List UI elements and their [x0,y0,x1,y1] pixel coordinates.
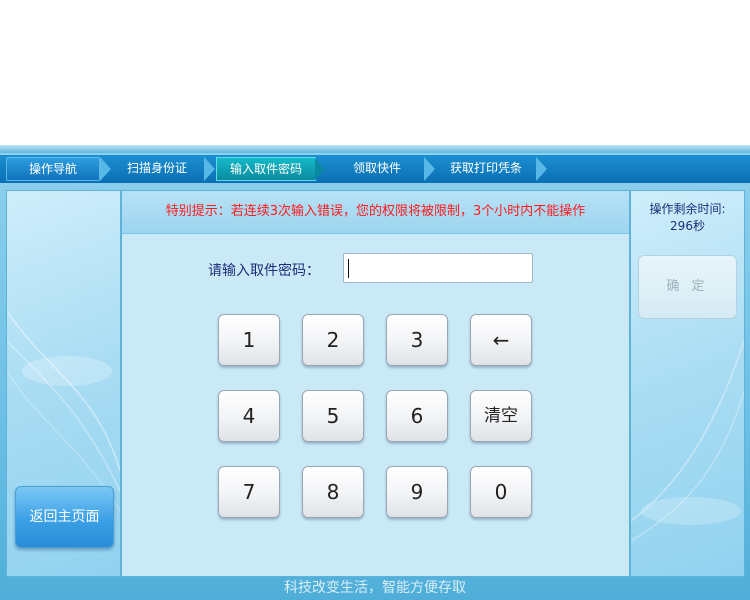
confirm-label: 确 定 [666,279,709,294]
warning-banner: 特别提示：若连续3次输入错误，您的权限将被限制，3个小时内不能操作 [122,191,629,234]
key-label: 9 [410,480,424,504]
password-input[interactable] [343,253,533,283]
nav-separator-icon [536,157,547,181]
step-navigation: 操作导航 扫描身份证 输入取件密码 领取快件 获取打印凭条 [0,155,750,183]
nav-step-label: 输入取件密码 [229,162,302,176]
nav-separator-icon [100,157,111,181]
key-3[interactable]: 3 [386,314,448,366]
nav-step-label: 领取快件 [352,161,401,175]
key-0[interactable]: 0 [470,466,532,518]
decorative-swirl-icon [631,340,744,542]
key-label: 7 [242,480,256,504]
key-5[interactable]: 5 [302,390,364,442]
key-label: 5 [326,404,340,428]
timer-value: 296秒 [670,219,705,233]
right-panel: 操作剩余时间: 296秒 确 定 [630,190,745,577]
chevron-right-icon [315,158,325,180]
timer-label: 操作剩余时间: [649,202,726,216]
nav-step-label: 操作导航 [28,162,77,176]
key-6[interactable]: 6 [386,390,448,442]
footer-slogan: 科技改变生活，智能方便存取 [284,580,466,596]
key-7[interactable]: 7 [218,466,280,518]
key-label: 1 [242,328,256,352]
nav-step-scan-id[interactable]: 扫描身份证 [112,157,202,179]
key-1[interactable]: 1 [218,314,280,366]
back-to-home-label: 返回主页面 [29,509,100,525]
key-8[interactable]: 8 [302,466,364,518]
key-label: 6 [410,404,424,428]
nav-step-print-receipt[interactable]: 获取打印凭条 [436,157,536,179]
nav-step-label: 获取打印凭条 [449,161,522,175]
key-9[interactable]: 9 [386,466,448,518]
confirm-button[interactable]: 确 定 [638,255,737,319]
nav-step-pickup[interactable]: 领取快件 [332,157,422,179]
key-label: 4 [242,404,256,428]
kiosk-app: 操作导航 扫描身份证 输入取件密码 领取快件 获取打印凭条 返回主页面 特别提示… [0,145,750,600]
key-label: 0 [494,480,508,504]
top-accent-strip [0,145,750,153]
nav-step-enter-password[interactable]: 输入取件密码 [216,157,325,181]
key-label: 8 [326,480,340,504]
backspace-key[interactable]: ← [470,314,532,366]
nav-step-label: 扫描身份证 [126,161,187,175]
left-panel: 返回主页面 [6,190,121,577]
key-label: 3 [410,328,424,352]
key-label: 清空 [484,406,518,426]
back-to-home-button[interactable]: 返回主页面 [15,486,114,548]
text-caret [348,259,349,278]
backspace-arrow-icon: ← [492,328,510,352]
nav-step-guide[interactable]: 操作导航 [6,157,100,181]
clear-key[interactable]: 清空 [470,390,532,442]
warning-text: 特别提示：若连续3次输入错误，您的权限将被限制，3个小时内不能操作 [165,204,586,219]
nav-separator-icon [424,157,435,181]
key-4[interactable]: 4 [218,390,280,442]
nav-separator-icon [204,157,215,181]
key-2[interactable]: 2 [302,314,364,366]
password-panel: 特别提示：若连续3次输入错误，您的权限将被限制，3个小时内不能操作 请输入取件密… [121,190,630,577]
key-label: 2 [326,328,340,352]
password-label: 请输入取件密码： [208,263,320,279]
